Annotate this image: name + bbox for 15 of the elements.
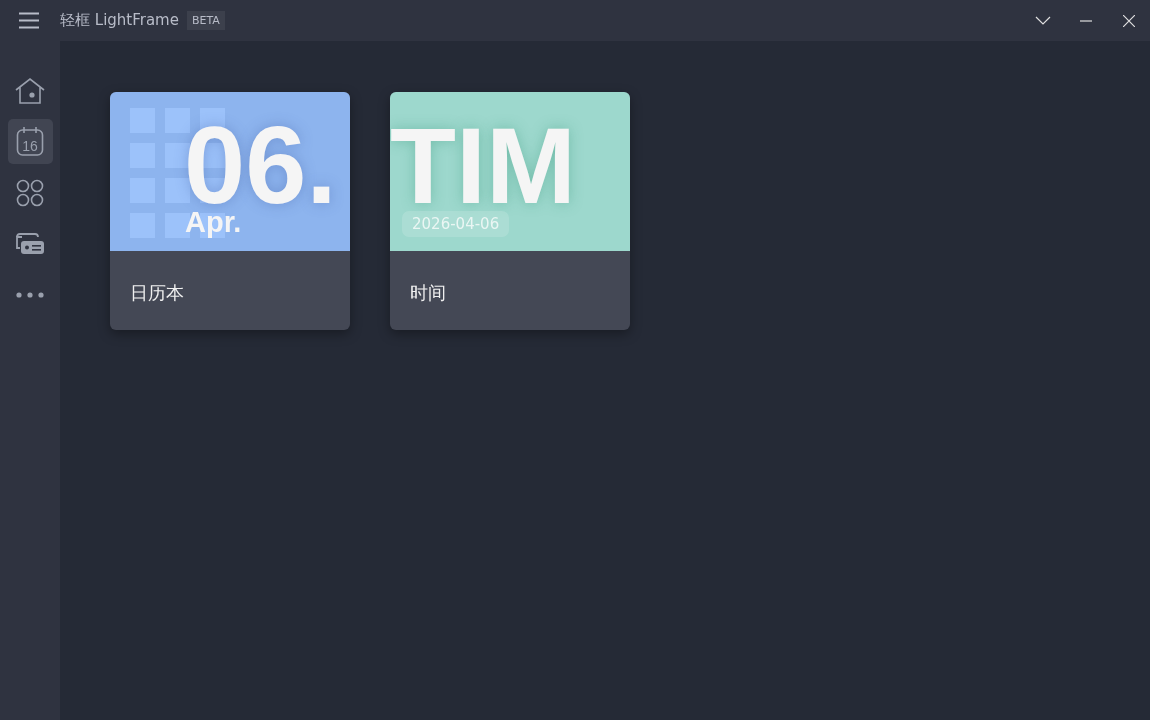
calendar-day: 16 bbox=[22, 137, 38, 154]
beta-badge: BETA bbox=[186, 11, 225, 30]
chevron-down-icon bbox=[1034, 16, 1051, 25]
close-icon bbox=[1122, 14, 1135, 27]
apps-icon bbox=[16, 178, 44, 207]
calendar-icon bbox=[15, 126, 44, 156]
home-icon bbox=[14, 76, 46, 105]
cards-icon bbox=[15, 232, 45, 255]
minimize-icon bbox=[1079, 19, 1092, 22]
window-title: 轻框 LightFrame bbox=[60, 11, 179, 30]
card-title: 日历本 bbox=[130, 281, 185, 305]
card-title: 时间 bbox=[410, 281, 447, 305]
more-icon bbox=[16, 291, 44, 298]
menu-icon[interactable] bbox=[18, 12, 40, 29]
sidebar-item[interactable]: 16 bbox=[7, 119, 53, 164]
